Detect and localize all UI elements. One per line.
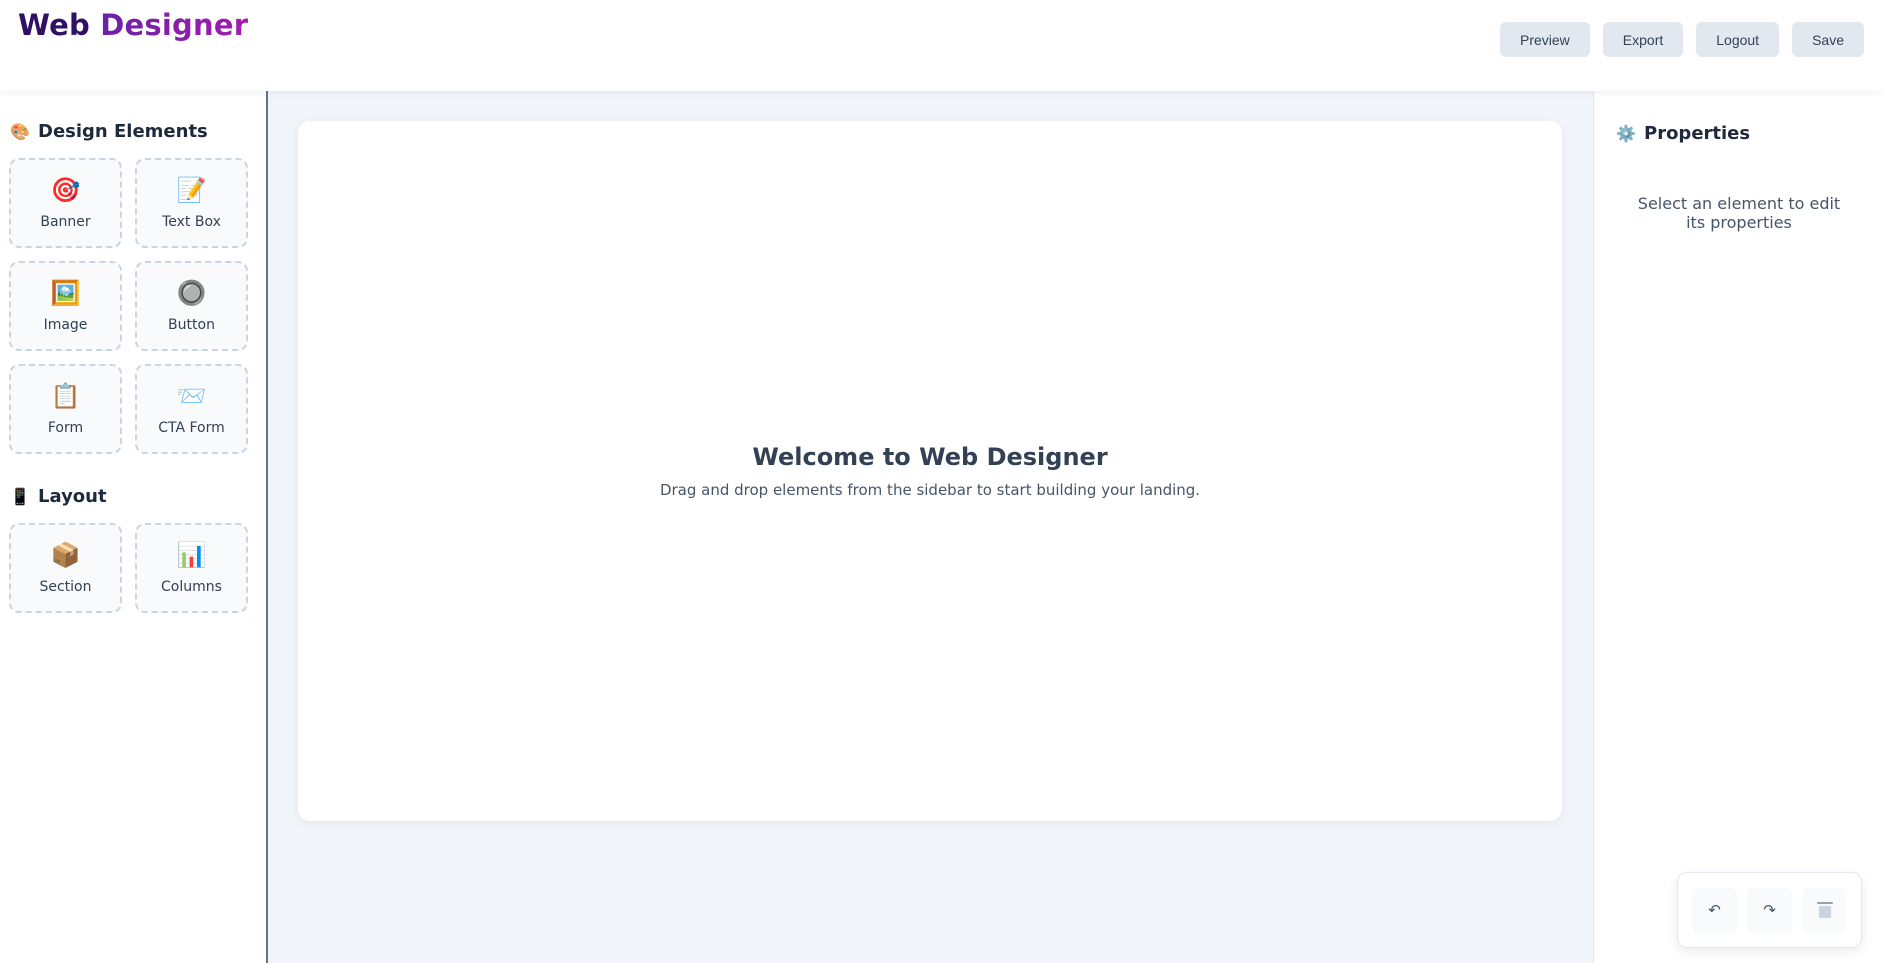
element-label: CTA Form [158, 420, 225, 436]
welcome-title: Welcome to Web Designer [752, 443, 1108, 471]
element-text-box[interactable]: 📝 Text Box [135, 158, 248, 248]
preview-button[interactable]: Preview [1499, 22, 1590, 57]
layout-title: Layout [38, 486, 107, 507]
palette-icon: 🎨 [10, 122, 30, 141]
clipboard-icon: 📋 [50, 382, 81, 410]
redo-icon: ↷ [1763, 901, 1776, 919]
properties-title: Properties [1644, 123, 1751, 144]
picture-icon: 🖼️ [50, 279, 81, 307]
delete-button[interactable] [1802, 887, 1847, 933]
element-label: Section [39, 579, 92, 595]
target-icon: 🎯 [50, 176, 81, 204]
element-label: Button [168, 317, 215, 333]
app-header: Web Designer Preview Export Logout Save [0, 0, 1882, 91]
layout-grid: 📦 Section 📊 Columns [9, 523, 266, 613]
package-icon: 📦 [50, 541, 81, 569]
mobile-phone-icon: 📱 [10, 487, 30, 506]
design-elements-grid: 🎯 Banner 📝 Text Box 🖼️ Image 🔘 Button 📋 … [9, 158, 266, 454]
element-button[interactable]: 🔘 Button [135, 261, 248, 351]
design-elements-heading: 🎨 Design Elements [10, 121, 266, 142]
element-image[interactable]: 🖼️ Image [9, 261, 122, 351]
gear-icon: ⚙️ [1616, 124, 1636, 143]
logout-button[interactable]: Logout [1696, 22, 1780, 57]
logo-word-designer: Designer [100, 8, 249, 42]
workspace: Welcome to Web Designer Drag and drop el… [268, 91, 1593, 963]
element-banner[interactable]: 🎯 Banner [9, 158, 122, 248]
element-label: Banner [40, 214, 91, 230]
redo-button[interactable]: ↷ [1747, 887, 1792, 933]
design-elements-title: Design Elements [38, 121, 208, 142]
header-actions: Preview Export Logout Save [1499, 22, 1864, 57]
element-label: Form [47, 420, 84, 436]
design-canvas[interactable]: Welcome to Web Designer Drag and drop el… [298, 121, 1562, 821]
element-columns[interactable]: 📊 Columns [135, 523, 248, 613]
element-label: Text Box [162, 214, 221, 230]
logo-word-web: Web [18, 8, 90, 42]
floating-toolbar: ↶ ↷ [1677, 872, 1862, 948]
envelope-icon: 📨 [176, 382, 207, 410]
properties-empty-hint: Select an element to edit its properties [1637, 194, 1841, 232]
element-section[interactable]: 📦 Section [9, 523, 122, 613]
radio-button-icon: 🔘 [176, 279, 207, 307]
properties-heading: ⚙️ Properties [1616, 123, 1750, 144]
element-cta-form[interactable]: 📨 CTA Form [135, 364, 248, 454]
undo-button[interactable]: ↶ [1692, 887, 1737, 933]
element-form[interactable]: 📋 Form [9, 364, 122, 454]
save-button[interactable]: Save [1792, 22, 1864, 57]
export-button[interactable]: Export [1602, 22, 1684, 57]
app-logo: Web Designer [18, 8, 248, 42]
bar-chart-icon: 📊 [176, 541, 207, 569]
element-label: Columns [161, 579, 222, 595]
undo-icon: ↶ [1708, 901, 1721, 919]
properties-panel: ⚙️ Properties Select an element to edit … [1593, 91, 1882, 963]
memo-icon: 📝 [176, 176, 207, 204]
layout-heading: 📱 Layout [10, 486, 266, 507]
welcome-subtitle: Drag and drop elements from the sidebar … [659, 481, 1201, 499]
trash-icon [1816, 902, 1833, 918]
elements-sidebar: 🎨 Design Elements 🎯 Banner 📝 Text Box 🖼️… [0, 91, 268, 963]
element-label: Image [43, 317, 88, 333]
